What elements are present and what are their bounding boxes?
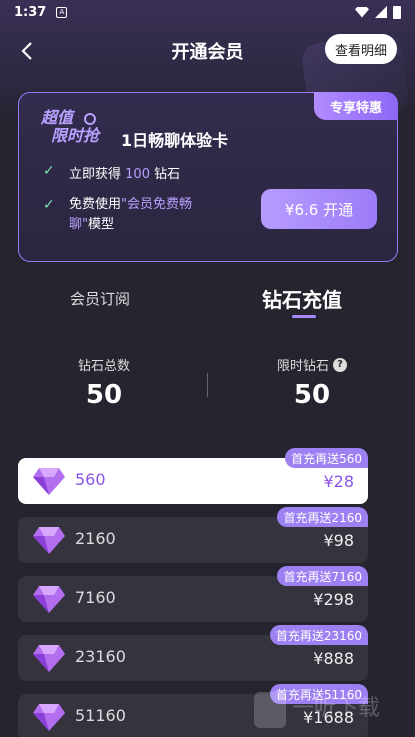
package-amount: 2160 — [75, 529, 116, 548]
diamond-icon — [33, 586, 65, 613]
first-recharge-badge: 首充再送7160 — [277, 566, 368, 586]
tab-subscription[interactable]: 会员订阅 — [70, 288, 130, 309]
tab-diamond-recharge[interactable]: 钻石充值 — [262, 284, 342, 313]
tabs: 会员订阅 钻石充值 — [0, 282, 415, 322]
benefit1-prefix: 立即获得 — [69, 167, 122, 182]
promo-title: 1日畅聊体验卡 — [121, 131, 229, 150]
watermark-text: 一听下载 — [292, 696, 381, 721]
package-item[interactable]: 560 ¥28 首充再送560 — [18, 448, 368, 504]
first-recharge-badge: 首充再送560 — [285, 448, 368, 468]
header: 开通会员 查看明细 — [0, 30, 415, 70]
stat-limited-value: 50 — [293, 380, 331, 410]
battery-icon — [393, 5, 401, 19]
diamond-icon — [33, 468, 65, 495]
package-item[interactable]: 7160 ¥298 首充再送7160 — [18, 566, 368, 622]
package-item[interactable]: 2160 ¥98 首充再送2160 — [18, 507, 368, 563]
benefit2-prefix: 免费使用 — [69, 197, 122, 212]
promo-card: 专享特惠 超值 限时抢 1日畅聊体验卡 ✓ 立即获得 100 钻石 ✓ 免费使用… — [18, 92, 398, 262]
package-price: ¥98 — [323, 531, 354, 550]
help-icon[interactable]: ? — [333, 357, 347, 372]
signal-icon — [375, 6, 387, 18]
wifi-icon — [355, 6, 369, 18]
package-amount: 7160 — [75, 588, 116, 607]
watermark-logo — [254, 692, 286, 728]
status-bar: 1:37 A — [0, 0, 415, 24]
benefit-free-model: ✓ 免费使用"会员免费畅聊"模型 — [43, 195, 243, 235]
benefit1-suffix: 钻石 — [154, 167, 181, 182]
package-item[interactable]: 23160 ¥888 首充再送23160 — [18, 625, 368, 681]
benefit-diamonds: ✓ 立即获得 100 钻石 — [43, 163, 180, 182]
check-icon: ✓ — [43, 197, 55, 213]
package-amount: 560 — [75, 470, 106, 489]
diamond-icon — [33, 645, 65, 672]
stat-limited: 限时钻石 ? 50 — [242, 355, 382, 410]
package-amount: 51160 — [75, 706, 126, 725]
stat-total: 钻石总数 50 — [34, 355, 174, 410]
check-icon: ✓ — [43, 163, 55, 179]
diamond-stats: 钻石总数 50 限时钻石 ? 50 — [0, 355, 415, 415]
promo-logo-line2: 限时抢 — [51, 126, 100, 145]
promo-logo: 超值 限时抢 — [41, 109, 115, 149]
stats-divider — [207, 373, 208, 397]
package-price: ¥28 — [323, 472, 354, 491]
stat-limited-label: 限时钻石 — [276, 359, 329, 374]
clock-icon — [84, 113, 96, 125]
notification-icon: A — [56, 6, 68, 18]
stat-total-value: 50 — [85, 380, 123, 410]
view-details-button[interactable]: 查看明细 — [324, 34, 397, 64]
package-price: ¥888 — [313, 649, 354, 668]
package-price: ¥298 — [313, 590, 354, 609]
diamond-icon — [33, 704, 65, 731]
benefit2-suffix: 模型 — [87, 217, 114, 232]
benefit1-highlight: 100 — [125, 167, 150, 182]
first-recharge-badge: 首充再送2160 — [277, 507, 368, 527]
stat-total-label: 钻石总数 — [77, 359, 130, 374]
status-time: 1:37 — [14, 4, 47, 20]
diamond-icon — [33, 527, 65, 554]
active-tab-indicator — [292, 315, 316, 318]
open-trial-button[interactable]: ¥6.6 开通 — [261, 189, 377, 229]
first-recharge-badge: 首充再送23160 — [269, 625, 368, 645]
promo-logo-line1: 超值 — [41, 108, 74, 127]
promo-tag: 专享特惠 — [314, 92, 398, 120]
package-amount: 23160 — [75, 647, 126, 666]
